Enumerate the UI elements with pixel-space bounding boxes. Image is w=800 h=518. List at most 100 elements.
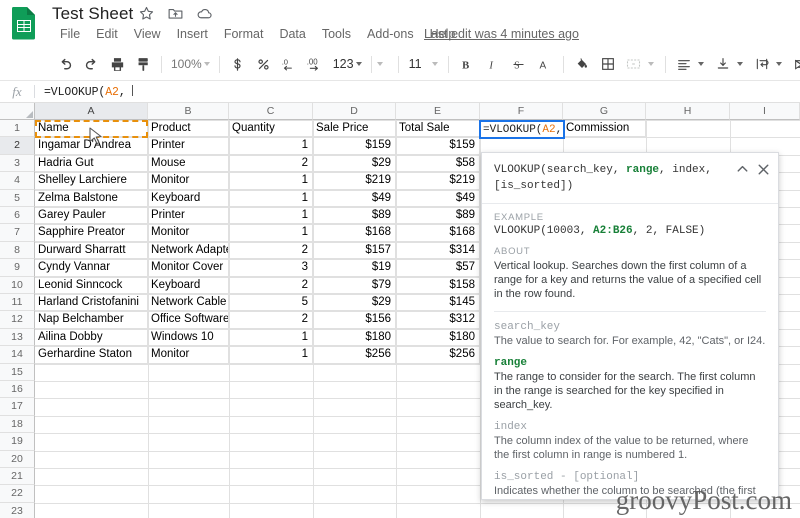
increase-decimal-button[interactable]: .00 [303,51,329,77]
currency-button[interactable] [225,51,251,77]
cell-D10[interactable]: $79 [313,276,396,294]
cell-E12[interactable]: $312 [396,311,480,329]
cell-D7[interactable]: $168 [313,224,396,242]
cell-A8[interactable]: Durward Sharratt [35,241,148,260]
row-header-15[interactable]: 15 [0,363,35,381]
cell-B2[interactable]: Printer [148,137,229,155]
star-icon[interactable] [138,5,155,22]
undo-button[interactable] [52,51,78,77]
column-header-d[interactable]: D [313,103,396,120]
header-cell-E1[interactable]: Total Sale [396,120,480,138]
cell-B8[interactable]: Network Adapter [148,241,229,260]
text-rotation-button[interactable] [788,51,800,77]
row-header-9[interactable]: 9 [0,259,35,277]
cell-E7[interactable]: $168 [396,224,480,242]
menu-format[interactable]: Format [216,26,272,42]
number-format-button[interactable]: 123 [329,57,366,71]
cell-E14[interactable]: $256 [396,346,480,364]
cell-E13[interactable]: $180 [396,328,480,347]
last-edit-status[interactable]: Last edit was 4 minutes ago [424,27,579,41]
row-header-4[interactable]: 4 [0,172,35,190]
cell-E11[interactable]: $145 [396,294,480,312]
row-header-23[interactable]: 23 [0,502,35,518]
cell-D6[interactable]: $89 [313,207,396,225]
cell-B13[interactable]: Windows 10 [148,328,229,347]
cell-B14[interactable]: Monitor [148,346,229,364]
row-header-10[interactable]: 10 [0,276,35,294]
cell-D4[interactable]: $219 [313,172,396,190]
font-family-selector[interactable] [376,62,393,66]
merge-cells-button[interactable] [621,51,647,77]
active-cell-editor[interactable]: =VLOOKUP(A2, [479,120,565,139]
bold-button[interactable]: B [454,51,480,77]
cell-B9[interactable]: Monitor Cover [148,259,229,277]
menu-view[interactable]: View [126,26,169,42]
header-cell-C1[interactable]: Quantity [229,120,313,138]
cell-A13[interactable]: Ailina Dobby [35,328,148,347]
paint-format-button[interactable] [130,51,156,77]
cell-C12[interactable]: 2 [229,311,313,329]
cell-C9[interactable]: 3 [229,259,313,277]
print-button[interactable] [104,51,130,77]
cell-E8[interactable]: $314 [396,241,480,260]
cell-B5[interactable]: Keyboard [148,189,229,207]
cell-E4[interactable]: $219 [396,172,480,190]
move-to-folder-icon[interactable] [167,5,184,22]
cell-A6[interactable]: Garey Pauler [35,207,148,225]
header-cell-D1[interactable]: Sale Price [313,120,396,138]
menu-data[interactable]: Data [271,26,313,42]
cell-A11[interactable]: Harland Cristofanini [35,294,148,312]
italic-button[interactable]: I [480,51,506,77]
cell-E10[interactable]: $158 [396,276,480,294]
row-header-14[interactable]: 14 [0,346,35,364]
cell-C10[interactable]: 2 [229,276,313,294]
row-header-16[interactable]: 16 [0,381,35,399]
cell-E9[interactable]: $57 [396,259,480,277]
cell-B4[interactable]: Monitor [148,172,229,190]
chevron-down-icon[interactable] [697,62,704,66]
vertical-align-button[interactable] [710,51,736,77]
cell-A12[interactable]: Nap Belchamber [35,311,148,329]
column-header-h[interactable]: H [646,103,730,120]
text-wrapping-button[interactable] [749,51,775,77]
row-header-19[interactable]: 19 [0,433,35,451]
chevron-down-icon[interactable] [775,62,782,66]
row-header-3[interactable]: 3 [0,154,35,173]
cell-C7[interactable]: 1 [229,224,313,242]
chevron-down-icon[interactable] [736,62,743,66]
cell-B12[interactable]: Office Software [148,311,229,329]
cell-D12[interactable]: $156 [313,311,396,329]
row-header-21[interactable]: 21 [0,468,35,486]
cell-D2[interactable]: $159 [313,137,396,155]
cell-D13[interactable]: $180 [313,328,396,347]
menu-addons[interactable]: Add-ons [359,26,422,42]
cell-D3[interactable]: $29 [313,154,396,173]
row-header-1[interactable]: 1 [0,120,35,138]
cell-C8[interactable]: 2 [229,241,313,260]
row-header-6[interactable]: 6 [0,207,35,225]
column-header-c[interactable]: C [229,103,313,120]
column-header-b[interactable]: B [148,103,229,120]
borders-button[interactable] [595,51,621,77]
cell-E6[interactable]: $89 [396,207,480,225]
row-header-8[interactable]: 8 [0,241,35,260]
cell-B6[interactable]: Printer [148,207,229,225]
menu-insert[interactable]: Insert [169,26,216,42]
column-header-i[interactable]: I [730,103,800,120]
column-header-e[interactable]: E [396,103,480,120]
cell-A14[interactable]: Gerhardine Staton [35,346,148,364]
cell-D14[interactable]: $256 [313,346,396,364]
cell-C11[interactable]: 5 [229,294,313,312]
column-header-a[interactable]: A [35,103,148,120]
header-cell-G1[interactable]: Commission [563,120,646,138]
cell-A4[interactable]: Shelley Larchiere [35,172,148,190]
row-header-20[interactable]: 20 [0,450,35,468]
column-header-g[interactable]: G [563,103,646,120]
close-icon[interactable] [755,161,772,178]
chevron-down-icon[interactable] [647,62,654,66]
cell-C6[interactable]: 1 [229,207,313,225]
strikethrough-button[interactable]: S [506,51,532,77]
row-header-17[interactable]: 17 [0,398,35,416]
cell-E2[interactable]: $159 [396,137,480,155]
fill-color-button[interactable] [569,51,595,77]
